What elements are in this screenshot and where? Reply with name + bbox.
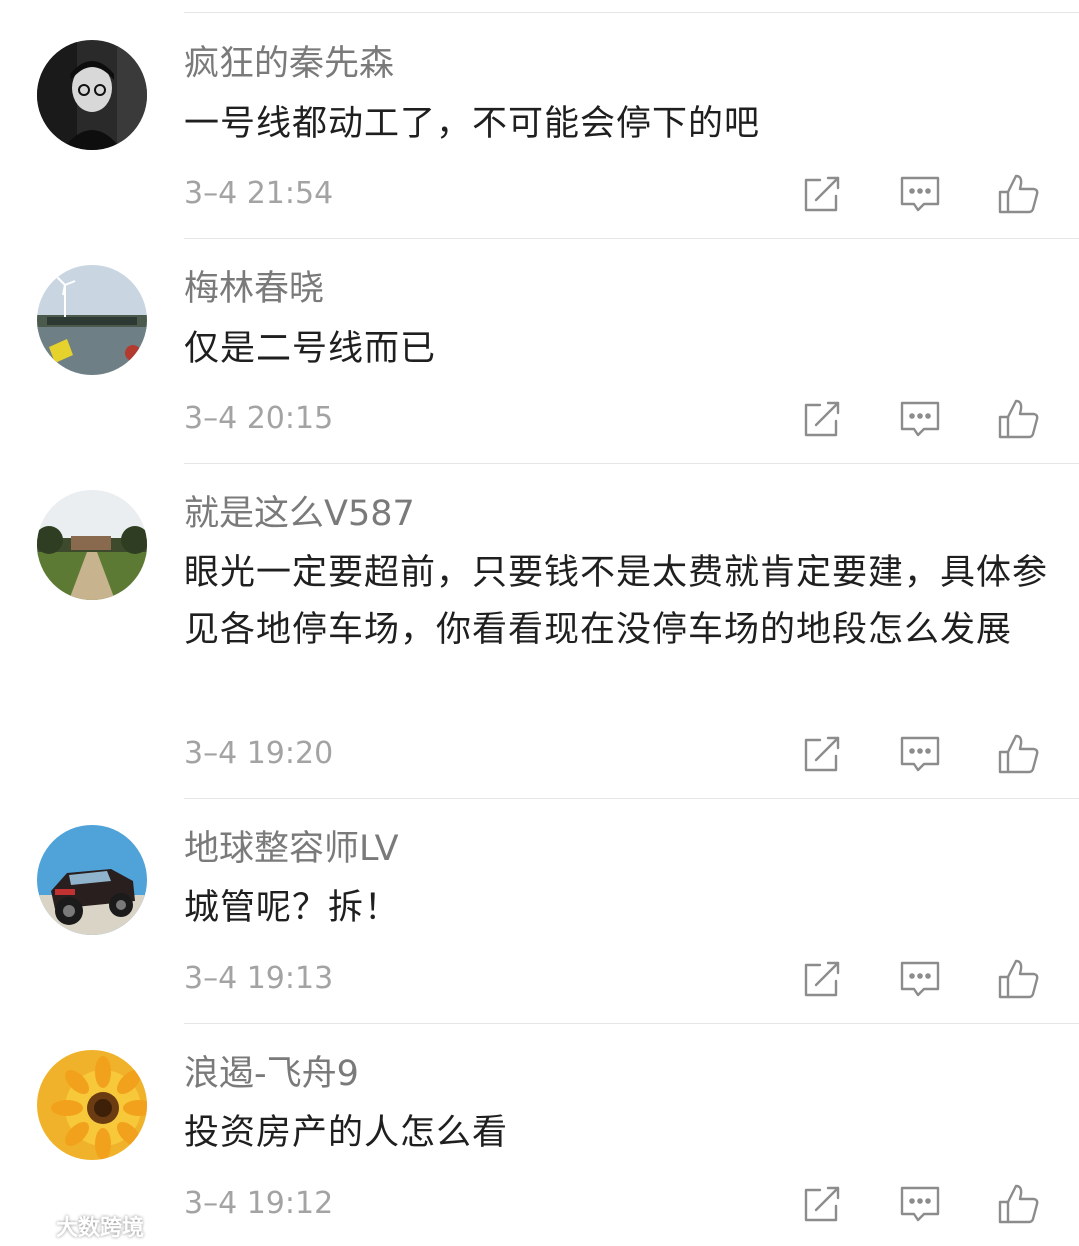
comment-text: 城管呢？拆！ xyxy=(184,888,401,928)
share-icon[interactable] xyxy=(800,1182,844,1226)
comment-text: 仅是二号线而已 xyxy=(184,329,437,369)
thumbs-up-icon[interactable] xyxy=(996,1182,1040,1226)
reply-icon[interactable] xyxy=(898,172,942,216)
thumbs-up-icon[interactable] xyxy=(996,397,1040,441)
comment-divider xyxy=(184,798,1079,799)
comment-username[interactable]: 梅林春晓 xyxy=(184,267,324,311)
comment-timestamp: 3–4 19:13 xyxy=(184,961,334,996)
comment-timestamp: 3–4 21:54 xyxy=(184,176,334,211)
watermark: 大数跨境 xyxy=(8,1208,144,1244)
comment-text: 投资房产的人怎么看 xyxy=(184,1113,509,1153)
park-path-avatar[interactable] xyxy=(37,490,147,600)
thumbs-up-icon[interactable] xyxy=(996,172,1040,216)
comment-timestamp: 3–4 20:15 xyxy=(184,401,334,436)
thumbs-up-icon[interactable] xyxy=(996,732,1040,776)
comment-username[interactable]: 浪遏-飞舟9 xyxy=(184,1052,359,1096)
comment-username[interactable]: 就是这么V587 xyxy=(184,492,415,536)
comment-username[interactable]: 地球整容师LV xyxy=(184,827,399,871)
thumbs-up-icon[interactable] xyxy=(996,957,1040,1001)
share-icon[interactable] xyxy=(800,957,844,1001)
comment-timestamp: 3–4 19:12 xyxy=(184,1186,334,1221)
watermark-logo-icon xyxy=(9,1214,50,1237)
comment-divider xyxy=(184,238,1079,239)
offroad-car-avatar[interactable] xyxy=(37,825,147,935)
reply-icon[interactable] xyxy=(898,957,942,1001)
share-icon[interactable] xyxy=(800,397,844,441)
share-icon[interactable] xyxy=(800,732,844,776)
wind-turbine-river-avatar[interactable] xyxy=(37,265,147,375)
comment-text: 眼光一定要超前，只要钱不是太费就肯定要建，具体参见各地停车场，你看看现在没停车场… xyxy=(184,553,1049,650)
share-icon[interactable] xyxy=(800,172,844,216)
reply-icon[interactable] xyxy=(898,732,942,776)
top-divider xyxy=(184,12,1079,13)
comment-timestamp: 3–4 19:20 xyxy=(184,736,334,771)
comment-username[interactable]: 疯狂的秦先森 xyxy=(184,42,394,86)
comment-text: 一号线都动工了，不可能会停下的吧 xyxy=(184,104,761,144)
reply-icon[interactable] xyxy=(898,1182,942,1226)
comment-divider xyxy=(184,1023,1079,1024)
comment-divider xyxy=(184,463,1079,464)
sunflower-avatar[interactable] xyxy=(37,1050,147,1160)
reply-icon[interactable] xyxy=(898,397,942,441)
watermark-text: 大数跨境 xyxy=(56,1216,145,1241)
person-portrait-avatar[interactable] xyxy=(37,40,147,150)
